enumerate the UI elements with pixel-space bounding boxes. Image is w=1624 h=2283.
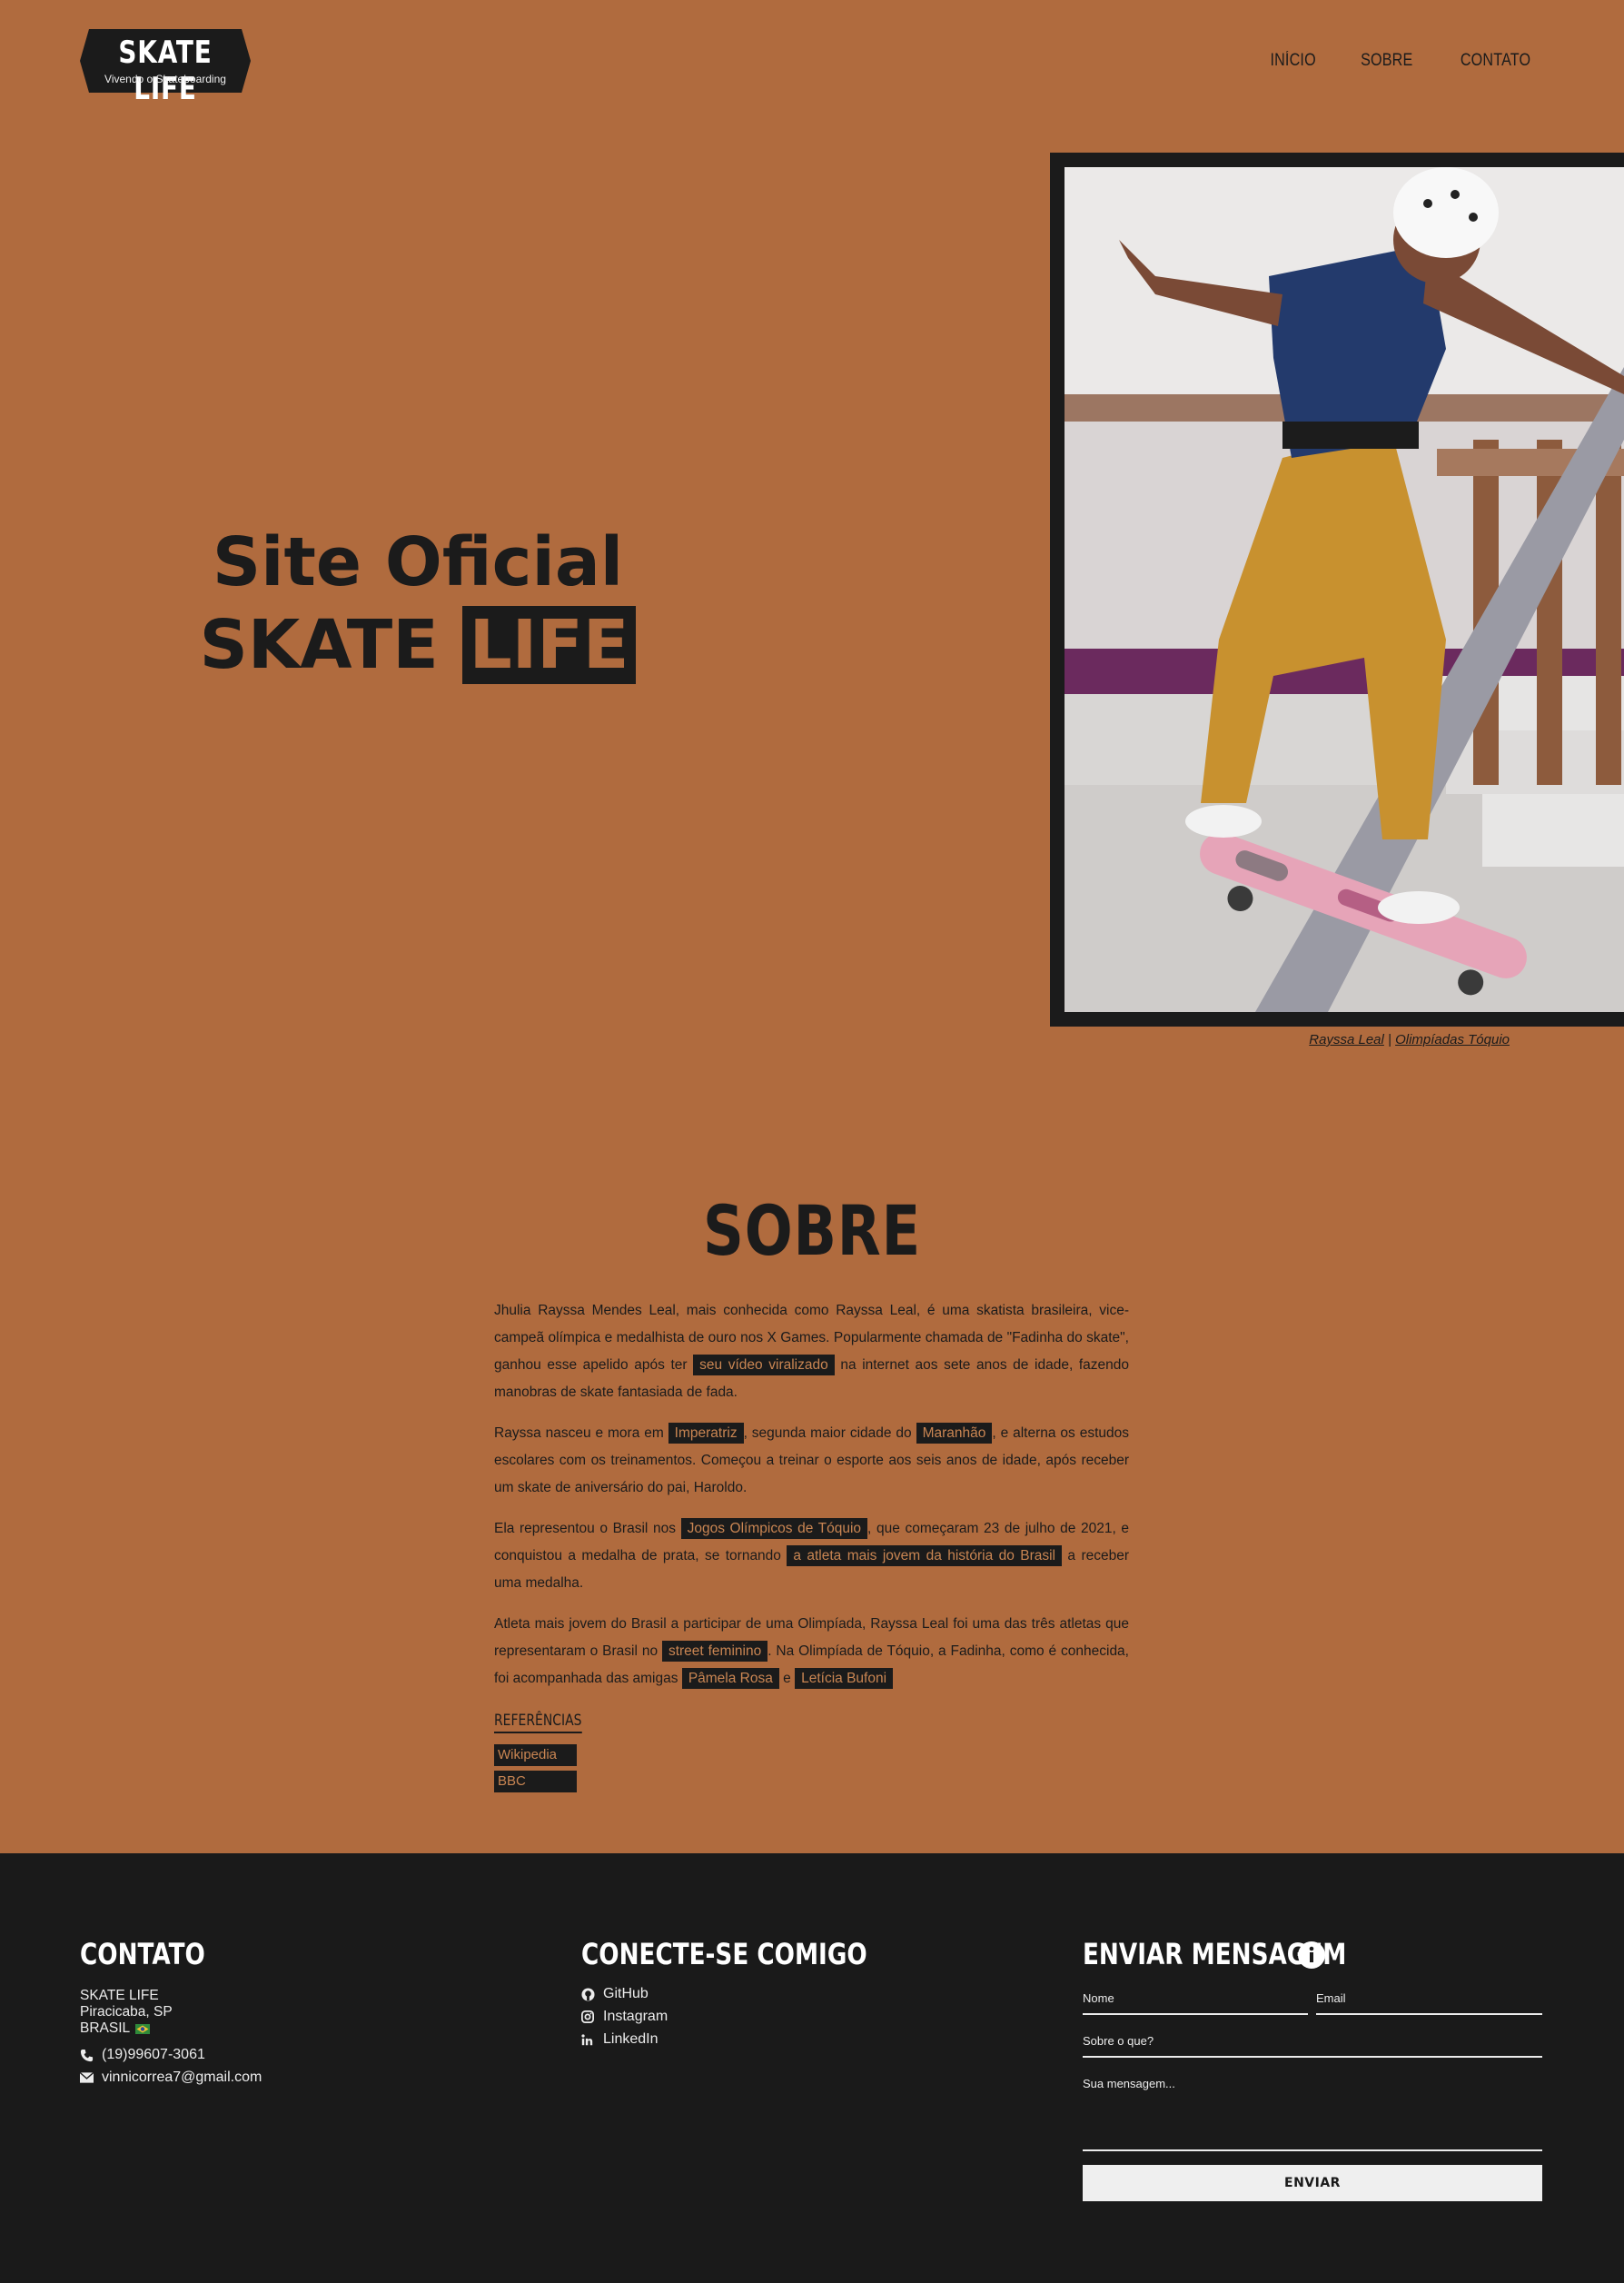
nav-sobre[interactable]: SOBRE [1361, 51, 1412, 71]
address-line: SKATE LIFE [80, 1988, 159, 2003]
footer-contato-title: CONTATO [80, 1937, 205, 1971]
link-maranhao[interactable]: Maranhão [916, 1423, 993, 1444]
footer: CONTATO SKATE LIFE Piracicaba, SP BRASIL… [0, 1853, 1624, 2283]
ref-link-wikipedia[interactable]: Wikipedia [494, 1744, 577, 1766]
text: Ela representou o Brasil nos [494, 1521, 681, 1536]
instagram-icon [581, 2010, 598, 2023]
sobre-paragraph: Atleta mais jovem do Brasil a participar… [494, 1611, 1129, 1692]
name-field[interactable]: Nome [1083, 1991, 1308, 2015]
hero-line-1: Site Oficial [212, 523, 624, 601]
footer-connect-title: CONECTE-SE COMIGO [581, 1937, 867, 1971]
link-atleta-mais-jovem[interactable]: a atleta mais jovem da história do Brasi… [787, 1545, 1063, 1566]
email-field[interactable]: Email [1316, 1991, 1542, 2015]
email-placeholder: Email [1316, 1991, 1346, 2005]
link-video-viral[interactable]: seu vídeo viralizado [693, 1355, 835, 1375]
send-button[interactable]: ENVIAR [1083, 2165, 1542, 2201]
message-placeholder: Sua mensagem... [1083, 2077, 1175, 2090]
github-icon [581, 1987, 598, 2001]
photo-caption: Rayssa Leal | Olimpíadas Tóquio [1181, 1032, 1510, 1047]
link-street-feminino[interactable]: street feminino [661, 1641, 768, 1662]
email-row[interactable]: vinnicorrea7@gmail.com [80, 2070, 262, 2086]
text: , segunda maior cidade do [743, 1425, 916, 1441]
info-icon[interactable] [1297, 1941, 1326, 1970]
site-logo[interactable]: SKATE LIFE Vivendo o Skateboarding [80, 25, 251, 107]
social-linkedin[interactable]: LinkedIn [581, 2031, 659, 2048]
caption-separator: | [1388, 1032, 1391, 1047]
subject-placeholder: Sobre o que? [1083, 2034, 1154, 2048]
envelope-icon [80, 2072, 96, 2083]
phone-row[interactable]: (19)99607-3061 [80, 2047, 205, 2063]
main-nav: INÍCIO SOBRE CONTATO [1230, 51, 1537, 71]
link-leticia-bufoni[interactable]: Letícia Bufoni [795, 1668, 894, 1689]
references-title: REFERÊNCIAS [494, 1712, 582, 1733]
social-instagram[interactable]: Instagram [581, 2009, 668, 2025]
hero-line-2-highlight: LIFE [461, 606, 637, 684]
caption-athlete-link[interactable]: Rayssa Leal [1309, 1032, 1384, 1047]
message-textarea[interactable]: Sua mensagem... [1083, 2077, 1542, 2151]
sobre-paragraph: Ela representou o Brasil nos Jogos Olímp… [494, 1515, 1129, 1597]
name-placeholder: Nome [1083, 1991, 1114, 2005]
linkedin-icon [581, 2033, 598, 2046]
skater-illustration [1065, 167, 1624, 1012]
email-address: vinnicorrea7@gmail.com [102, 2070, 262, 2085]
social-label: GitHub [603, 1986, 649, 2001]
ref-link-bbc[interactable]: BBC [494, 1771, 577, 1792]
text: Rayssa nasceu e mora em [494, 1425, 668, 1441]
address-line: Piracicaba, SP [80, 2004, 173, 2020]
sobre-paragraph: Rayssa nasceu e mora em Imperatriz, segu… [494, 1420, 1129, 1502]
hero-line-2-plain: SKATE [199, 606, 439, 684]
social-label: Instagram [603, 2009, 668, 2024]
logo-subtitle: Vivendo o Skateboarding [104, 73, 226, 85]
hero-photo [1065, 167, 1624, 1012]
text: e [778, 1671, 796, 1686]
nav-inicio[interactable]: INÍCIO [1271, 51, 1316, 71]
address-line: BRASIL [80, 2020, 131, 2036]
logo-title: SKATE LIFE [118, 35, 213, 107]
link-imperatriz[interactable]: Imperatriz [668, 1423, 744, 1444]
nav-contato[interactable]: CONTATO [1461, 51, 1530, 71]
hero-title: Site Oficial SKATE LIFE [182, 522, 654, 688]
social-github[interactable]: GitHub [581, 1986, 649, 2002]
phone-number: (19)99607-3061 [102, 2047, 205, 2062]
section-title-sobre: SOBRE [702, 1190, 922, 1271]
link-jogos-olimpicos[interactable]: Jogos Olímpicos de Tóquio [680, 1518, 868, 1539]
hero-line-2: SKATE LIFE [182, 602, 654, 688]
address-country: BRASIL [80, 2020, 151, 2037]
phone-icon [80, 2049, 96, 2062]
sobre-body: Jhulia Rayssa Mendes Leal, mais conhecid… [494, 1297, 1129, 1706]
brazil-flag-icon [135, 2023, 151, 2034]
caption-event-link[interactable]: Olimpíadas Tóquio [1395, 1032, 1510, 1047]
social-label: LinkedIn [603, 2031, 659, 2047]
subject-field[interactable]: Sobre o que? [1083, 2034, 1542, 2058]
sobre-paragraph: Jhulia Rayssa Mendes Leal, mais conhecid… [494, 1297, 1129, 1406]
link-pamela-rosa[interactable]: Pâmela Rosa [681, 1668, 779, 1689]
